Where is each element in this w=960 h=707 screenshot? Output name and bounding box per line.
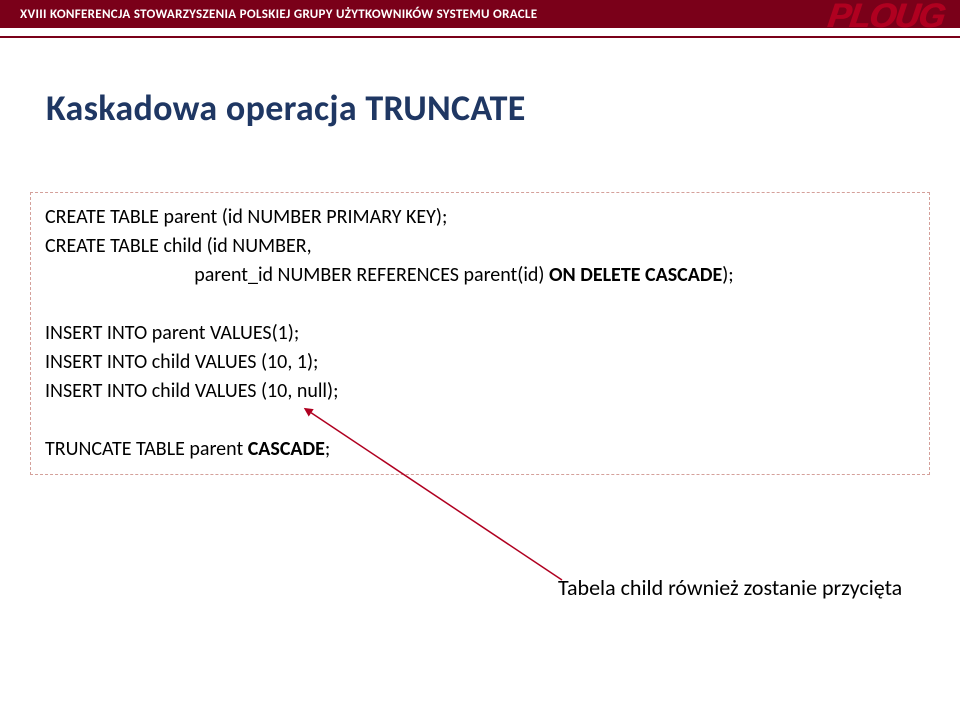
code-text bbox=[45, 408, 50, 432]
header-stripe: XVIII KONFERENCJA STOWARZYSZENIA POLSKIE… bbox=[0, 0, 960, 28]
code-text: INSERT INTO child VALUES (10, null); bbox=[45, 379, 338, 403]
code-text: ); bbox=[722, 263, 733, 287]
code-text: INSERT INTO child VALUES (10, 1); bbox=[45, 350, 318, 374]
code-text bbox=[45, 292, 50, 316]
code-text: parent_id NUMBER REFERENCES parent(id) bbox=[45, 263, 549, 287]
ploug-logo: PLOUG bbox=[828, 0, 944, 36]
code-bold: CASCADE bbox=[248, 437, 325, 461]
annotation-text: Tabela child również zostanie przycięta bbox=[558, 574, 902, 601]
header-divider bbox=[0, 36, 960, 38]
conference-title: XVIII KONFERENCJA STOWARZYSZENIA POLSKIE… bbox=[20, 7, 537, 22]
code-line: TRUNCATE TABLE parent CASCADE; bbox=[45, 435, 915, 464]
code-text: CREATE TABLE parent (id NUMBER PRIMARY K… bbox=[45, 205, 447, 229]
code-text: INSERT INTO parent VALUES(1); bbox=[45, 321, 299, 345]
header-bar: XVIII KONFERENCJA STOWARZYSZENIA POLSKIE… bbox=[0, 0, 960, 48]
code-gap bbox=[45, 290, 915, 319]
code-text: CREATE TABLE child (id NUMBER, bbox=[45, 234, 312, 258]
code-line: parent_id NUMBER REFERENCES parent(id) O… bbox=[45, 261, 915, 290]
code-line: CREATE TABLE parent (id NUMBER PRIMARY K… bbox=[45, 203, 915, 232]
code-line: INSERT INTO parent VALUES(1); bbox=[45, 319, 915, 348]
code-text: ; bbox=[325, 437, 330, 461]
code-line: INSERT INTO child VALUES (10, 1); bbox=[45, 348, 915, 377]
code-text: TRUNCATE TABLE parent bbox=[45, 437, 248, 461]
code-gap bbox=[45, 406, 915, 435]
slide-title: Kaskadowa operacja TRUNCATE bbox=[46, 86, 960, 130]
logo-text: PLOUG bbox=[825, 0, 946, 36]
sql-code-box: CREATE TABLE parent (id NUMBER PRIMARY K… bbox=[30, 192, 930, 475]
code-line: INSERT INTO child VALUES (10, null); bbox=[45, 377, 915, 406]
code-bold: ON DELETE CASCADE bbox=[549, 263, 722, 287]
code-line: CREATE TABLE child (id NUMBER, bbox=[45, 232, 915, 261]
